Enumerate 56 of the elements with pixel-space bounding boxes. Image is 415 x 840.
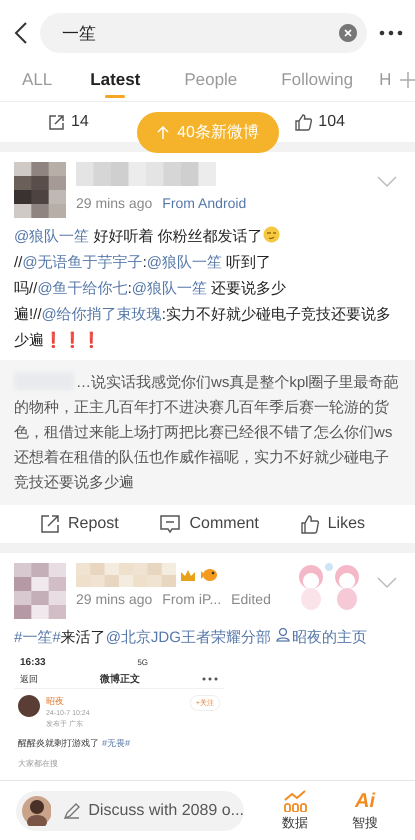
post-time: 29 mins ago	[76, 591, 152, 607]
mention-link[interactable]: @北京JDG王者荣耀分部	[106, 629, 271, 646]
post-text: #一笙#来活了@北京JDG王者荣耀分部 昭夜的主页	[14, 626, 368, 648]
edited-label: Edited	[231, 591, 271, 607]
search-field[interactable]: 一笙	[40, 13, 367, 53]
share-icon	[40, 514, 60, 534]
trending-label: 大家都在搜	[18, 759, 58, 768]
thumbs-up-icon	[294, 113, 312, 131]
mention-link[interactable]: @狼队一笙	[132, 280, 207, 297]
tab[interactable]: ALL	[22, 62, 52, 98]
user-link[interactable]: 昭夜的主页	[276, 629, 367, 646]
more-icon[interactable]	[379, 30, 403, 36]
fish-badge-icon	[200, 568, 218, 582]
post-source: From iP...	[162, 591, 222, 607]
arrow-up-icon	[157, 126, 170, 140]
repost-count[interactable]: 14	[48, 113, 89, 131]
search-input[interactable]: 一笙	[60, 22, 339, 44]
status-time: 16:33	[20, 657, 46, 668]
like-button[interactable]: Likes	[294, 513, 371, 535]
tab[interactable]: H	[379, 62, 392, 98]
crown-badge-icon	[180, 568, 196, 582]
back-icon[interactable]	[14, 21, 28, 45]
more-icon	[202, 677, 218, 681]
chart-icon	[283, 790, 307, 812]
clear-icon[interactable]	[339, 24, 357, 42]
post-text: @狼队一笙 好好听着 你粉丝都发话了 //@无语鱼于芋宇子:@狼队一笙 听到了吗//@鱼干给你七:@狼队一笙 还要说多少遍!//@给你捎了束玫瑰:实力不好就少碰电子竞技还要说多少遍❗❗❗	[14, 225, 392, 351]
add-icon[interactable]	[399, 70, 415, 88]
network-label: 5G	[137, 658, 148, 667]
emoji-icon	[262, 226, 280, 243]
page-title: 微博正文	[100, 672, 140, 686]
comment-icon	[159, 514, 182, 534]
data-button[interactable]: 数据	[282, 790, 308, 832]
mention-link[interactable]: @给你捎了束玫瑰	[42, 306, 162, 323]
mention-link[interactable]: @无语鱼于芋宇子	[22, 254, 143, 271]
ai-search-button[interactable]: Ai 智搜	[352, 790, 378, 832]
quoted-text: …说实话我感觉你们ws真是整个kpl圈子里最奇葩的物种，正主几百年打不进决赛几百年季后赛一轮游的货色，租借过来能上场打两把比赛已经很不错了怎么你们ws还想着在租借的队伍也作威作福呢，实力不好就少碰电子竞技还要说多少遍	[14, 371, 400, 493]
discuss-field[interactable]: Discuss with 2089 o...	[16, 790, 244, 830]
comment-button[interactable]: Comment	[153, 513, 265, 535]
embedded-text: 醒醒炎就剩打游戏了	[18, 737, 99, 750]
tab[interactable]: People	[184, 62, 238, 98]
mention-link[interactable]: #一笙#	[14, 629, 61, 646]
mention-link[interactable]: @鱼干给你七	[37, 280, 128, 297]
user-name: 昭夜	[46, 695, 65, 708]
person-icon	[276, 627, 290, 642]
pencil-icon	[62, 802, 80, 820]
repost-button[interactable]: Repost	[34, 513, 125, 535]
mention-link[interactable]: @狼队一笙	[14, 228, 90, 245]
share-icon	[48, 114, 65, 130]
mention-link[interactable]: @狼队一笙	[146, 254, 222, 271]
thumbs-up-icon	[300, 514, 320, 534]
tab[interactable]: Following	[281, 62, 354, 98]
tab[interactable]: Latest	[90, 62, 140, 98]
like-count[interactable]: 104	[294, 113, 345, 131]
post-time: 29 mins ago	[76, 195, 152, 211]
avatar-icon	[18, 695, 40, 717]
post-source: From Android	[162, 195, 246, 211]
